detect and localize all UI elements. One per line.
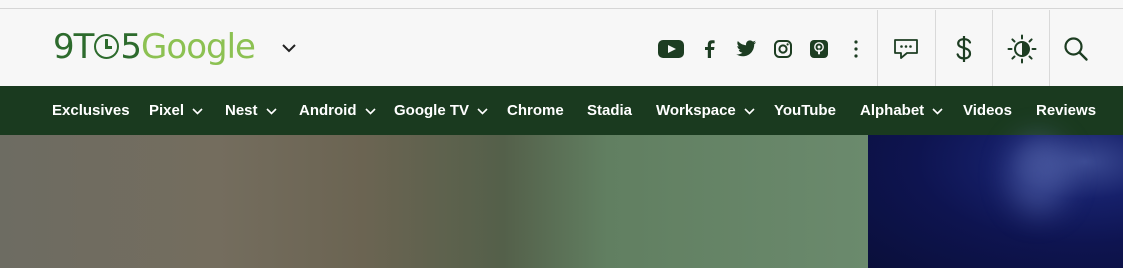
nav-item-label: Videos (963, 102, 1012, 119)
logo-part-google: Google (141, 27, 256, 67)
nav-item-exclusives[interactable]: Exclusives (52, 86, 130, 135)
nav-item-alphabet[interactable]: Alphabet (860, 86, 943, 135)
chevron-down-icon[interactable] (364, 107, 376, 115)
divider (992, 10, 993, 86)
nav-item-workspace[interactable]: Workspace (656, 86, 755, 135)
nav-item-label: Google TV (394, 102, 469, 119)
nav-item-stadia[interactable]: Stadia (587, 86, 632, 135)
chevron-down-icon[interactable] (744, 107, 755, 115)
nav-item-label: YouTube (774, 102, 836, 119)
divider (877, 10, 878, 86)
nav-item-label: Chrome (507, 102, 564, 119)
nav-item-google-tv[interactable]: Google TV (394, 86, 488, 135)
more-vertical-icon[interactable] (853, 40, 859, 58)
nav-item-pixel[interactable]: Pixel (149, 86, 203, 135)
nav-item-label: Alphabet (860, 102, 925, 119)
divider (1049, 10, 1050, 86)
podcast-icon[interactable] (810, 40, 828, 58)
nav-item-chrome[interactable]: Chrome (507, 86, 564, 135)
logo-part-5: 5 (120, 27, 142, 67)
chevron-down-icon[interactable] (932, 107, 943, 115)
nav-item-label: Nest (225, 102, 258, 119)
comments-icon[interactable] (891, 34, 921, 64)
featured-image[interactable] (0, 135, 868, 268)
search-icon[interactable] (1061, 34, 1091, 64)
primary-nav: Exclusives Pixel Nest Android Google TV … (0, 86, 1123, 135)
nav-item-label: Exclusives (52, 102, 130, 119)
divider (935, 10, 936, 86)
nav-item-android[interactable]: Android (299, 86, 376, 135)
nav-item-youtube[interactable]: YouTube (774, 86, 836, 135)
featured-image-secondary[interactable] (868, 135, 1123, 268)
top-rule (0, 0, 1123, 9)
site-header: 9T 5Google (0, 10, 1123, 86)
twitter-icon[interactable] (735, 40, 757, 58)
nav-item-nest[interactable]: Nest (225, 86, 277, 135)
instagram-icon[interactable] (774, 40, 792, 58)
theme-toggle-icon[interactable] (1007, 34, 1037, 64)
chevron-down-icon[interactable] (265, 107, 277, 115)
chevron-down-icon[interactable] (280, 41, 298, 55)
nav-item-label: Reviews (1036, 102, 1097, 119)
logo-wordmark: 9T 5Google (53, 27, 256, 67)
nav-item-label: Workspace (656, 102, 736, 119)
nav-item-videos[interactable]: Videos (963, 86, 1012, 135)
dollar-icon[interactable] (949, 34, 979, 64)
site-logo[interactable]: 9T 5Google (53, 27, 256, 67)
chevron-down-icon[interactable] (477, 107, 488, 115)
youtube-icon[interactable] (658, 40, 684, 58)
nav-item-label: Android (299, 102, 357, 119)
chevron-down-icon[interactable] (192, 107, 203, 115)
nav-item-reviews[interactable]: Reviews (1036, 86, 1096, 135)
facebook-icon[interactable] (703, 40, 715, 58)
nav-item-label: Stadia (587, 102, 633, 119)
logo-part-9t: 9T (53, 27, 94, 67)
nav-item-label: Pixel (149, 102, 185, 119)
clock-icon (94, 34, 120, 59)
